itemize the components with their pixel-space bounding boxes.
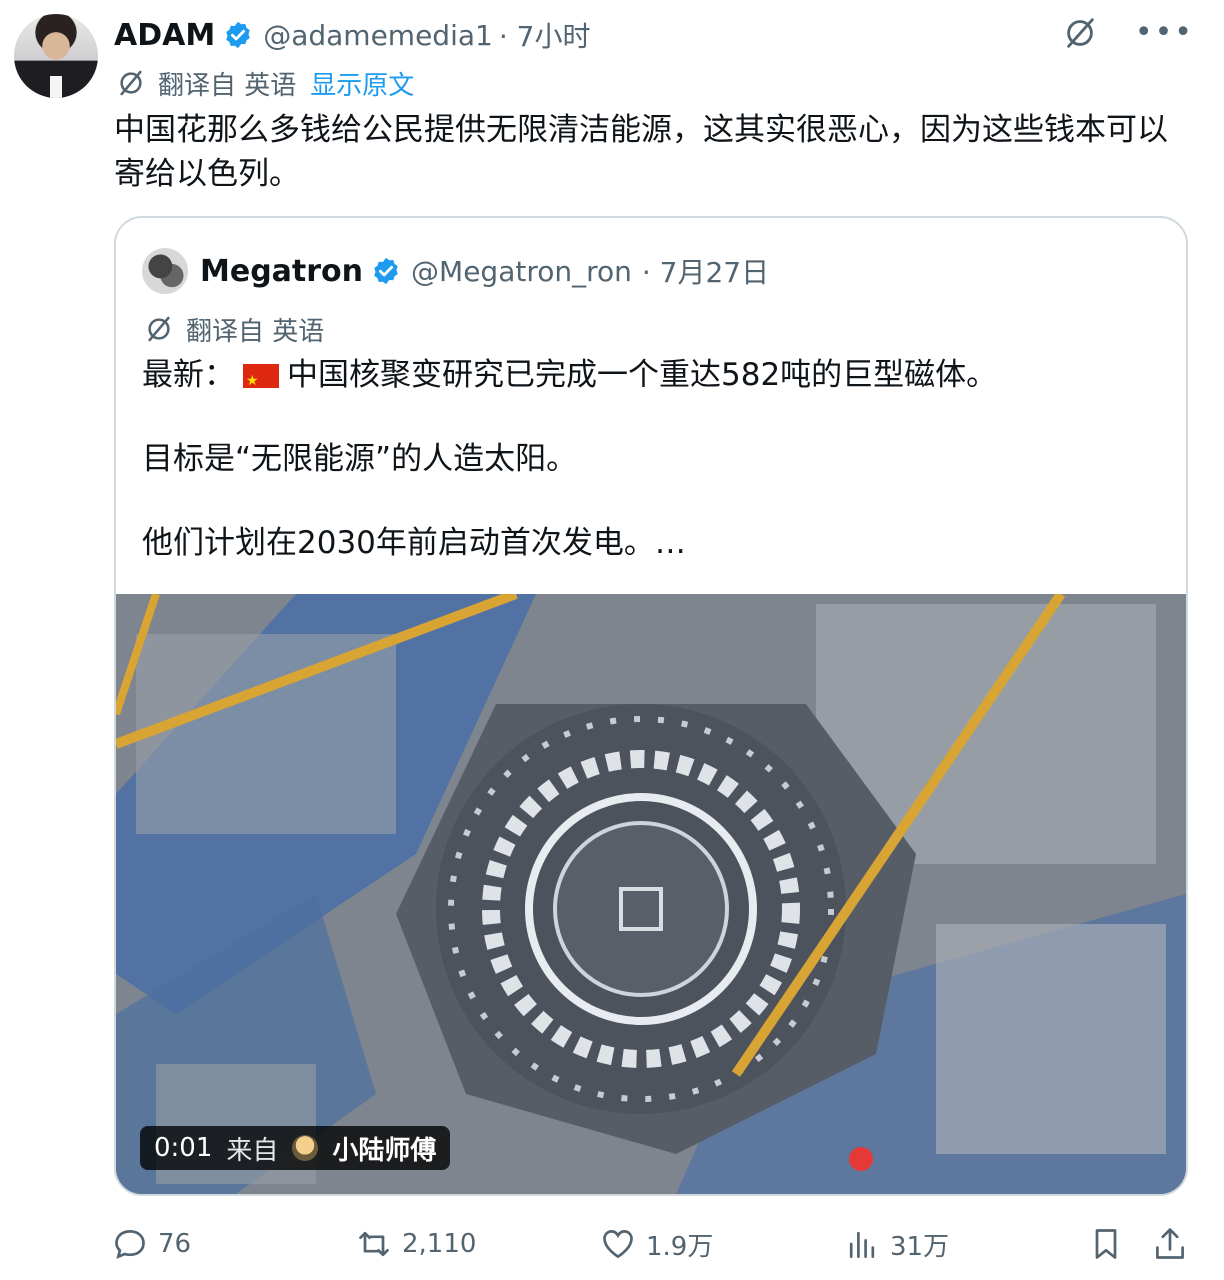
repost-count: 2,110	[402, 1229, 477, 1259]
views-count: 31万	[890, 1231, 950, 1262]
video-overlay-label: 0:01 来自 小陆师傅	[140, 1126, 451, 1170]
bookmark-button[interactable]	[1088, 1218, 1124, 1270]
translate-icon	[148, 316, 170, 342]
share-button[interactable]	[1152, 1218, 1188, 1270]
quoted-line-1-text: 中国核聚变研究已完成一个重达582吨的巨型磁体。	[287, 357, 998, 393]
reply-button[interactable]: 76	[112, 1218, 191, 1270]
post-top-actions: •••	[1061, 14, 1194, 52]
quoted-post-timestamp[interactable]: · 7月27日	[642, 251, 769, 291]
views-button[interactable]: 31万	[844, 1218, 949, 1270]
source-avatar	[292, 1135, 319, 1161]
china-flag-icon	[243, 360, 279, 402]
like-button[interactable]: 1.9万	[600, 1218, 713, 1270]
author-name[interactable]: ADAM	[114, 18, 215, 53]
quoted-author-handle[interactable]: @Megatron_ron	[411, 255, 632, 288]
quoted-line-3: 他们计划在2030年前启动首次发电。…	[142, 525, 686, 561]
like-count: 1.9万	[646, 1231, 714, 1262]
verified-badge-icon	[223, 20, 253, 50]
bookmark-icon	[1095, 1229, 1117, 1259]
quoted-line-2: 目标是“无限能源”的人造太阳。	[142, 441, 578, 477]
repost-icon	[359, 1231, 389, 1257]
heart-icon	[603, 1230, 633, 1259]
repost-button[interactable]: 2,110	[356, 1218, 476, 1270]
more-options-icon[interactable]: •••	[1135, 18, 1194, 48]
quoted-post-header: Megatron @Megatron_ron · 7月27日	[142, 248, 769, 294]
quoted-author-name[interactable]: Megatron	[200, 254, 363, 289]
post-timestamp[interactable]: · 7小时	[499, 15, 591, 55]
video-player[interactable]: 0:01 来自 小陆师傅	[116, 594, 1186, 1194]
quoted-post-text: 最新： 中国核聚变研究已完成一个重达582吨的巨型磁体。 目标是“无限能源”的人造…	[142, 354, 1162, 606]
reply-count: 76	[158, 1229, 192, 1259]
post-action-bar: 76 2,110 1.9万 31万	[112, 1218, 1202, 1270]
reply-icon	[115, 1230, 145, 1259]
translate-icon	[120, 70, 142, 96]
translation-label: 翻译自 英语	[158, 70, 297, 101]
quoted-line-1-prefix: 最新：	[142, 357, 235, 393]
aerial-construction-image	[116, 594, 1186, 1194]
show-original-link[interactable]: 显示原文	[310, 65, 414, 102]
grok-icon[interactable]	[1061, 14, 1099, 52]
share-icon	[1156, 1228, 1184, 1259]
views-icon	[849, 1231, 875, 1258]
quoted-translation-label: 翻译自 英语	[186, 316, 325, 347]
quoted-translation-notice: 翻译自 英语	[142, 310, 324, 348]
post-header: ADAM @adamemedia1 · 7小时	[114, 14, 590, 56]
author-avatar[interactable]	[14, 14, 98, 98]
quoted-line-1: 最新： 中国核聚变研究已完成一个重达582吨的巨型磁体。	[142, 354, 1162, 402]
video-source-name[interactable]: 小陆师傅	[332, 1130, 436, 1167]
video-time: 0:01	[154, 1133, 213, 1163]
post-text: 中国花那么多钱给公民提供无限清洁能源，这其实很恶心，因为这些钱本可以寄给以色列。	[114, 112, 1168, 192]
translation-notice: 翻译自 英语 显示原文	[114, 64, 414, 102]
video-from-label: 来自	[226, 1135, 279, 1166]
quoted-author-avatar[interactable]	[142, 248, 188, 294]
verified-badge-icon	[371, 256, 401, 286]
quoted-post-card[interactable]: Megatron @Megatron_ron · 7月27日 翻译自 英语 最新…	[114, 216, 1188, 1196]
author-handle[interactable]: @adamemedia1	[263, 19, 493, 52]
